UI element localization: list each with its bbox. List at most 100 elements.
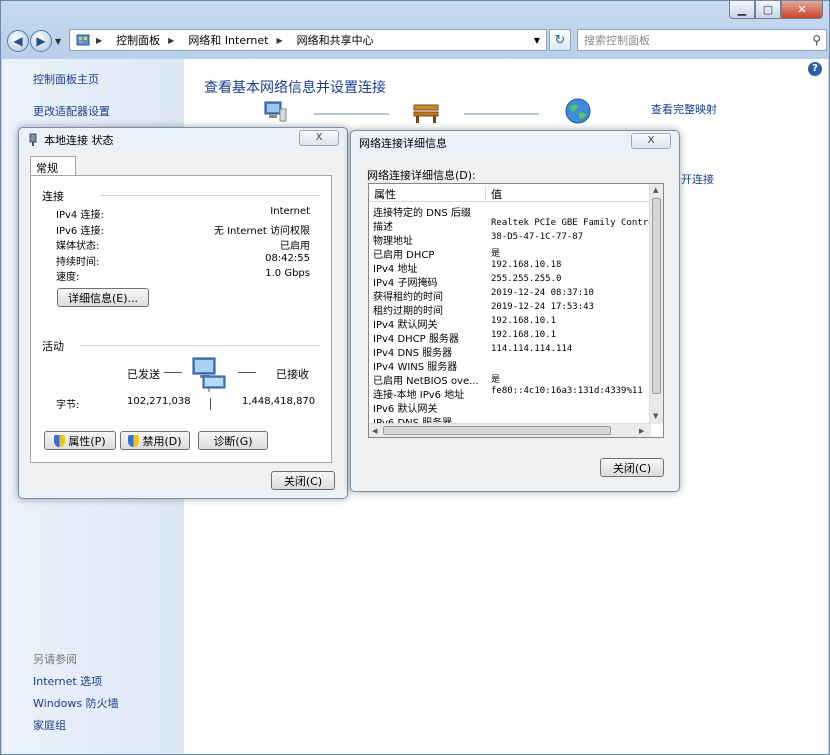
details-dialog-title-text: 网络连接详细信息 bbox=[359, 137, 447, 150]
refresh-icon: ↻ bbox=[554, 32, 566, 48]
scroll-up-icon[interactable]: ▲ bbox=[653, 186, 658, 194]
close-window-button[interactable]: ✕ bbox=[781, 1, 823, 19]
sidebar-item-home[interactable]: 控制面板主页 bbox=[33, 71, 99, 87]
breadcrumb-separator[interactable]: ▶ bbox=[96, 36, 108, 45]
search-icon[interactable]: ⚲ bbox=[812, 33, 821, 47]
see-also-heading: 另请参阅 bbox=[33, 653, 77, 666]
property-cell: IPv4 子网掩码 bbox=[373, 278, 438, 289]
chevron-right-icon: ▶ bbox=[276, 35, 283, 45]
navigation-bar: ◀ ▶ ▼ ▶ 控制面板 ▶ 网络和 Internet ▶ 网络和共享中心 ▼ … bbox=[7, 28, 827, 54]
ipv4-connectivity-label: IPv4 连接: bbox=[56, 210, 104, 221]
details-dialog-close-x[interactable]: X bbox=[631, 133, 671, 149]
search-box[interactable]: 搜索控制面板 ⚲ bbox=[577, 29, 827, 51]
bytes-sent-value: 102,271,038 bbox=[127, 396, 191, 407]
search-placeholder: 搜索控制面板 bbox=[584, 34, 650, 47]
value-cell: 114.114.114.114 bbox=[491, 344, 573, 354]
properties-button[interactable]: 属性(P) bbox=[44, 431, 116, 450]
see-full-map-link[interactable]: 查看完整映射 bbox=[651, 101, 717, 117]
details-list[interactable]: 属性 值 连接特定的 DNS 后缀 描述 Realtek PCIe GBE Fam… bbox=[368, 183, 664, 438]
received-label: 已接收 bbox=[276, 368, 309, 381]
network-bench-icon bbox=[413, 104, 439, 123]
media-state-value: 已启用 bbox=[280, 241, 310, 252]
tab-general[interactable]: 常规 bbox=[30, 156, 76, 176]
breadcrumb-separator[interactable]: ▶ bbox=[168, 36, 180, 45]
property-cell: 已启用 DHCP bbox=[373, 250, 435, 261]
status-dialog-title: 本地连接 状态 bbox=[27, 132, 114, 148]
property-cell: IPv4 DNS 服务器 bbox=[373, 348, 453, 359]
details-close-button[interactable]: 关闭(C) bbox=[600, 458, 664, 477]
vertical-scrollbar[interactable]: ▲ ▼ bbox=[649, 184, 663, 424]
scroll-left-icon[interactable]: ◀ bbox=[372, 427, 377, 435]
sent-dash bbox=[164, 372, 182, 373]
value-cell: 255.255.255.0 bbox=[491, 274, 562, 284]
scroll-down-icon[interactable]: ▼ bbox=[653, 412, 658, 420]
caption-buttons: ▁ ▢ ✕ bbox=[729, 1, 823, 19]
map-connector bbox=[464, 113, 539, 115]
breadcrumb-sharing-center[interactable]: 网络和共享中心 bbox=[297, 32, 374, 48]
property-cell: IPv4 默认网关 bbox=[373, 320, 438, 331]
duration-label: 持续时间: bbox=[56, 257, 100, 268]
page-title: 查看基本网络信息并设置连接 bbox=[204, 80, 386, 96]
property-cell: 已启用 NetBIOS ove... bbox=[373, 376, 479, 387]
value-cell: 是 bbox=[491, 375, 501, 385]
address-bar[interactable]: ▶ 控制面板 ▶ 网络和 Internet ▶ 网络和共享中心 ▼ bbox=[69, 29, 547, 51]
details-button[interactable]: 详细信息(E)... bbox=[57, 288, 149, 307]
property-cell: 物理地址 bbox=[373, 236, 413, 247]
duration-value: 08:42:55 bbox=[265, 253, 310, 264]
column-header-property[interactable]: 属性 bbox=[374, 186, 396, 202]
maximize-button[interactable]: ▢ bbox=[755, 1, 781, 19]
chevron-right-icon: ▶ bbox=[96, 35, 103, 45]
property-cell: IPv4 WINS 服务器 bbox=[373, 362, 458, 373]
disable-button[interactable]: 禁用(D) bbox=[120, 431, 190, 450]
vertical-scroll-thumb[interactable] bbox=[652, 198, 661, 394]
sidebar-item-adapter-settings[interactable]: 更改适配器设置 bbox=[33, 103, 110, 119]
chevron-right-icon: ▶ bbox=[168, 35, 175, 45]
sidebar-item-internet-options[interactable]: Internet 选项 bbox=[33, 673, 102, 689]
property-cell: IPv4 地址 bbox=[373, 264, 418, 275]
breadcrumb-separator[interactable]: ▶ bbox=[277, 36, 289, 45]
internet-globe-icon bbox=[565, 98, 591, 124]
value-cell: 192.168.10.1 bbox=[491, 316, 557, 326]
speed-label: 速度: bbox=[56, 272, 80, 283]
refresh-button[interactable]: ↻ bbox=[549, 29, 571, 51]
horizontal-scrollbar[interactable]: ◀ ▶ bbox=[369, 423, 651, 437]
value-cell: 是 bbox=[491, 249, 501, 259]
speed-value: 1.0 Gbps bbox=[265, 268, 310, 279]
computer-icon bbox=[264, 101, 287, 122]
connect-link-partial[interactable]: 开连接 bbox=[681, 171, 714, 187]
status-dialog-title-text: 本地连接 状态 bbox=[44, 134, 114, 147]
forward-button[interactable]: ▶ bbox=[30, 30, 52, 52]
bytes-received-value: 1,448,418,870 bbox=[242, 396, 316, 407]
help-icon[interactable]: ? bbox=[808, 62, 822, 76]
breadcrumb-label: 控制面板 bbox=[116, 34, 161, 47]
address-dropdown-icon[interactable]: ▼ bbox=[534, 36, 540, 45]
minimize-button[interactable]: ▁ bbox=[729, 1, 755, 19]
scroll-right-icon[interactable]: ▶ bbox=[639, 427, 644, 435]
status-dialog-close-x[interactable]: X bbox=[299, 130, 339, 146]
breadcrumb-control-panel[interactable]: 控制面板 bbox=[116, 32, 160, 48]
sidebar-item-windows-firewall[interactable]: Windows 防火墙 bbox=[33, 695, 119, 711]
control-panel-icon bbox=[76, 34, 90, 46]
value-cell: 38-D5-47-1C-77-87 bbox=[491, 232, 584, 242]
breadcrumb-network-internet[interactable]: 网络和 Internet bbox=[188, 32, 268, 48]
received-dash bbox=[238, 372, 256, 373]
ipv6-connectivity-value: 无 Internet 访问权限 bbox=[213, 226, 310, 237]
network-computers-icon bbox=[192, 357, 226, 392]
group-divider bbox=[100, 195, 320, 196]
ipv4-connectivity-value: Internet bbox=[270, 206, 310, 217]
column-divider[interactable] bbox=[485, 186, 486, 200]
details-dialog-title: 网络连接详细信息 bbox=[359, 135, 447, 151]
properties-button-label: 属性(P) bbox=[68, 434, 106, 448]
forward-arrow-icon: ▶ bbox=[36, 34, 46, 48]
history-dropdown-icon[interactable]: ▼ bbox=[55, 37, 61, 46]
column-header-value[interactable]: 值 bbox=[491, 186, 502, 202]
uac-shield-icon bbox=[54, 434, 66, 447]
group-divider bbox=[80, 345, 320, 346]
back-button[interactable]: ◀ bbox=[7, 30, 29, 52]
sidebar-item-homegroup[interactable]: 家庭组 bbox=[33, 717, 66, 733]
network-adapter-icon bbox=[29, 133, 37, 146]
horizontal-scroll-thumb[interactable] bbox=[383, 426, 611, 435]
value-cell: Realtek PCIe GBE Family Contro bbox=[491, 218, 654, 228]
status-close-button[interactable]: 关闭(C) bbox=[271, 471, 335, 490]
diagnose-button[interactable]: 诊断(G) bbox=[198, 431, 268, 450]
